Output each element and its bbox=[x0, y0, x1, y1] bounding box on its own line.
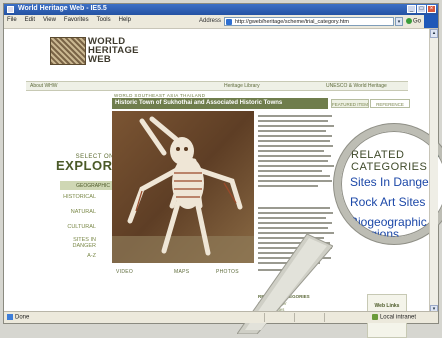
menu-file[interactable]: File bbox=[7, 17, 17, 23]
status-text: Done bbox=[15, 314, 30, 321]
explorer-item-sites-in-danger[interactable]: SITES IN DANGER bbox=[66, 237, 96, 249]
menu-bar: File Edit View Favorites Tools Help Addr… bbox=[4, 15, 438, 29]
address-label: Address bbox=[199, 18, 222, 24]
ie-icon bbox=[7, 6, 14, 13]
rock-art-photo[interactable] bbox=[112, 111, 254, 263]
status-bar: Done Local intranet bbox=[4, 311, 438, 323]
maps-link[interactable]: MAPS bbox=[174, 269, 189, 275]
go-button[interactable]: Go bbox=[406, 18, 421, 25]
zone-text: Local intranet bbox=[379, 314, 416, 321]
logo-line-web: WEB bbox=[88, 54, 112, 65]
article-text-lines bbox=[258, 115, 334, 187]
menu-favorites[interactable]: Favorites bbox=[64, 17, 89, 23]
menu-view[interactable]: View bbox=[43, 17, 56, 23]
page-done-icon bbox=[7, 314, 13, 320]
address-bar[interactable]: http://gweb/heritage/scheme/trial_catego… bbox=[224, 17, 394, 26]
article-text-block bbox=[258, 115, 336, 205]
explorer-item-a-z[interactable]: A-Z bbox=[87, 253, 96, 259]
explorer-title: EXPLORER bbox=[56, 158, 132, 173]
world-heritage-logo-icon[interactable] bbox=[50, 37, 86, 65]
address-dropdown-icon[interactable]: ▾ bbox=[395, 17, 403, 26]
top-navigation: About WHW Heritage Library UNESCO & Worl… bbox=[26, 81, 408, 91]
browser-window: World Heritage Web - IE5.5 _ □ × File Ed… bbox=[3, 3, 442, 338]
photos-link[interactable]: PHOTOS bbox=[216, 269, 239, 275]
explorer-heading: SELECT ON EXPLORER bbox=[56, 154, 132, 173]
intranet-icon bbox=[371, 314, 378, 320]
close-button[interactable]: × bbox=[427, 5, 436, 13]
explorer-item-geographic[interactable]: GEOGRAPHIC bbox=[60, 181, 112, 190]
tab-reference[interactable]: REFERENCE bbox=[370, 99, 410, 108]
explorer-item-label: GEOGRAPHIC bbox=[76, 183, 110, 189]
video-link[interactable]: VIDEO bbox=[116, 269, 133, 275]
menu-help[interactable]: Help bbox=[119, 17, 131, 23]
nav-unesco[interactable]: UNESCO & World Heritage bbox=[326, 83, 387, 89]
site-logo-text[interactable]: WORLD HERITAGE WEB bbox=[88, 37, 139, 65]
security-zone: Local intranet bbox=[371, 314, 416, 321]
go-arrow-icon bbox=[406, 18, 412, 24]
tab-featured-item[interactable]: FEATURED ITEM bbox=[331, 99, 369, 108]
explorer-item-cultural[interactable]: CULTURAL bbox=[67, 224, 96, 230]
page-title-banner: Historic Town of Sukhothai and Associate… bbox=[112, 98, 328, 109]
go-label: Go bbox=[413, 18, 422, 25]
menu-edit[interactable]: Edit bbox=[25, 17, 35, 23]
related-categories-heading: RELATED CATEGORIES bbox=[351, 149, 427, 173]
status-done: Done bbox=[7, 314, 29, 321]
nav-heritage-library[interactable]: Heritage Library bbox=[224, 83, 260, 89]
scroll-up-icon[interactable]: ▴ bbox=[430, 29, 438, 38]
status-divider bbox=[264, 313, 265, 322]
title-bar: World Heritage Web - IE5.5 _ □ × bbox=[4, 4, 438, 15]
related-link-sites-in-danger-magnified[interactable]: Sites In Danger bbox=[350, 175, 433, 189]
minimize-button[interactable]: _ bbox=[407, 5, 416, 13]
nav-about[interactable]: About WHW bbox=[30, 83, 58, 89]
related-heading-line-2: CATEGORIES bbox=[351, 161, 428, 173]
menu-tools[interactable]: Tools bbox=[97, 17, 111, 23]
vertical-scrollbar[interactable]: ▴ ▾ bbox=[429, 29, 438, 314]
maximize-button[interactable]: □ bbox=[417, 5, 426, 13]
address-url: http://gweb/heritage/scheme/trial_catego… bbox=[235, 19, 349, 25]
window-title: World Heritage Web - IE5.5 bbox=[18, 5, 107, 12]
web-links-title: Web Links bbox=[374, 303, 400, 309]
related-link-rock-art-sites-magnified[interactable]: Rock Art Sites bbox=[350, 195, 425, 209]
status-divider bbox=[324, 313, 325, 322]
rock-art-figure-image bbox=[112, 111, 254, 263]
explorer-item-historical[interactable]: HISTORICAL bbox=[63, 194, 96, 200]
page-icon bbox=[226, 19, 232, 25]
magnifier-lens: RELATED CATEGORIES Sites In Danger Rock … bbox=[334, 124, 442, 244]
related-heading-line-1: RELATED bbox=[351, 149, 405, 161]
status-divider bbox=[294, 313, 295, 322]
explorer-item-natural[interactable]: NATURAL bbox=[71, 209, 96, 215]
page-title: Historic Town of Sukhothai and Associate… bbox=[115, 100, 283, 106]
windows-logo-icon bbox=[424, 15, 438, 28]
